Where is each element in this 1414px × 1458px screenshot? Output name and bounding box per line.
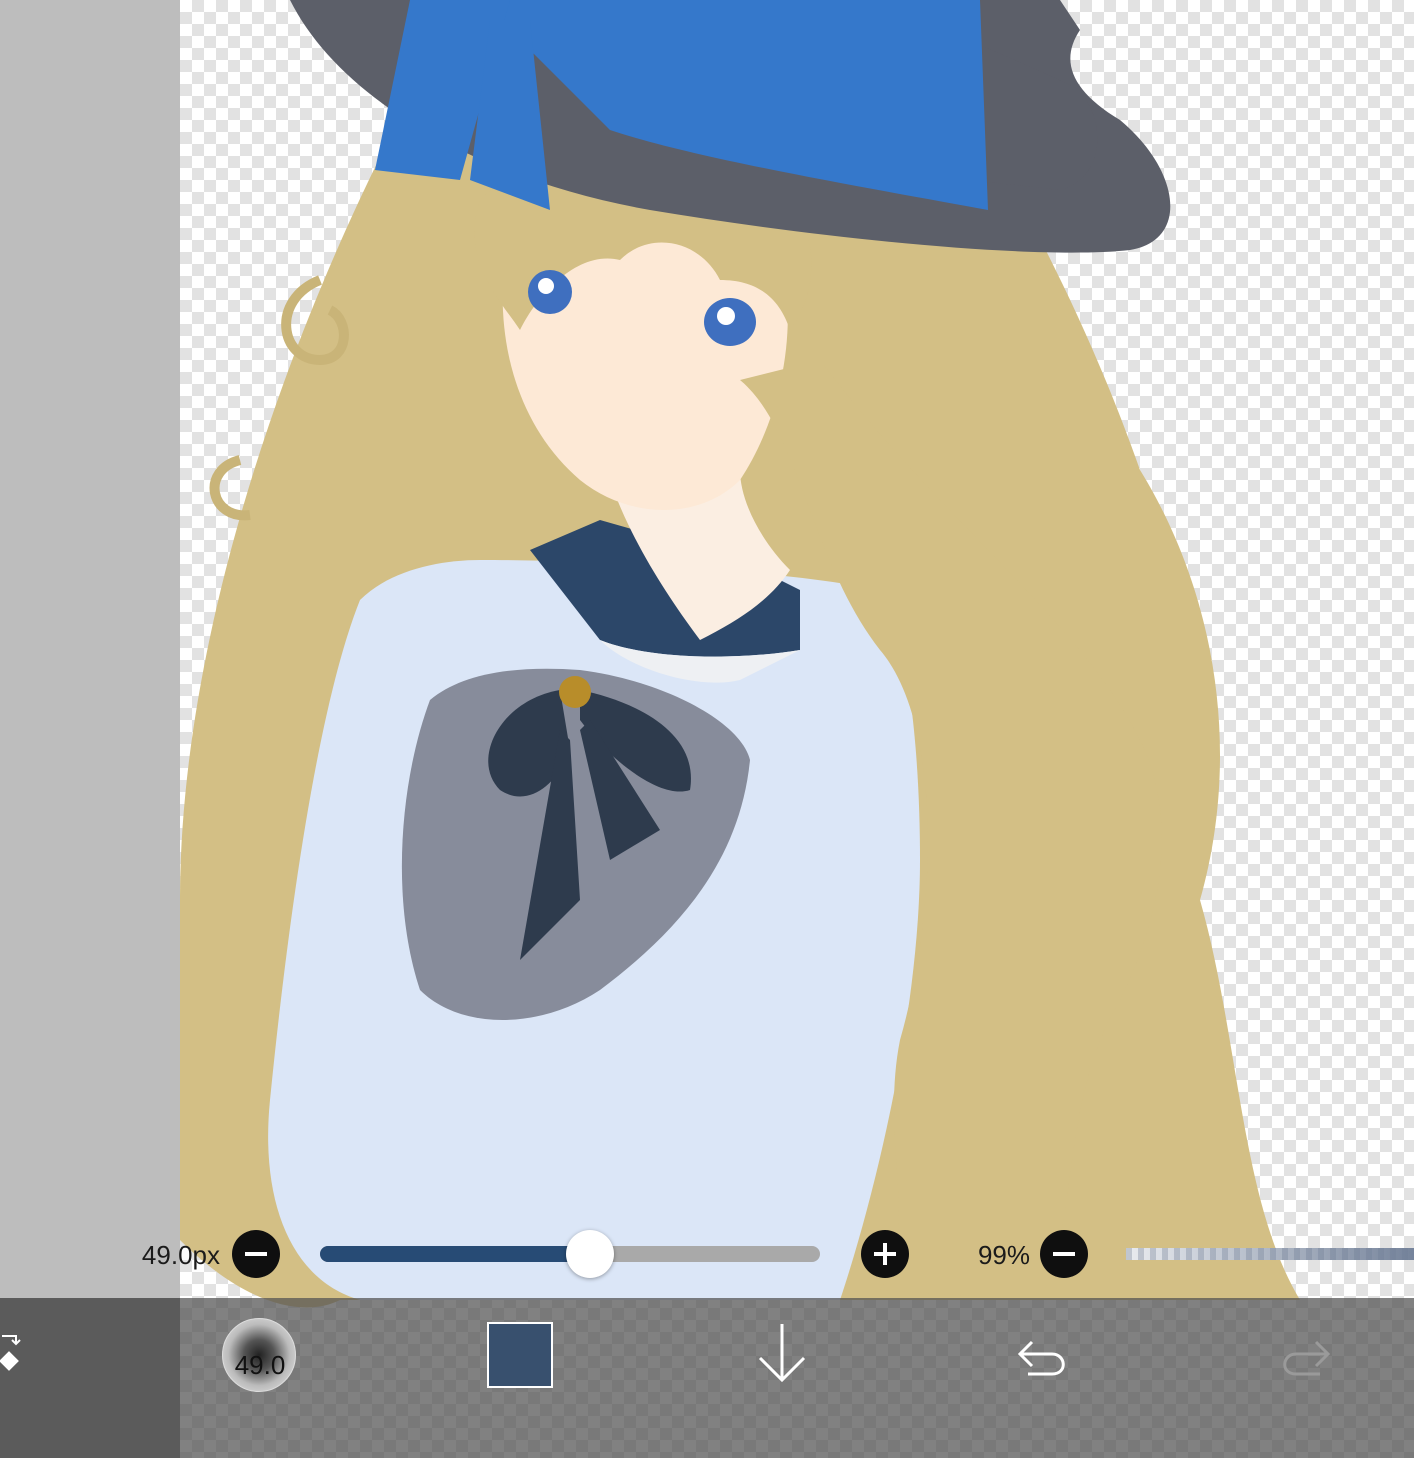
eraser-swap-icon bbox=[0, 1335, 21, 1371]
brush-size-decrease-button[interactable] bbox=[232, 1230, 280, 1278]
current-color-swatch[interactable] bbox=[487, 1322, 553, 1388]
plus-icon bbox=[874, 1243, 896, 1265]
opacity-decrease-button[interactable] bbox=[1040, 1230, 1088, 1278]
brush-size-badge: 49.0 bbox=[234, 1350, 286, 1380]
arrow-down-icon[interactable] bbox=[752, 1320, 812, 1390]
undo-icon[interactable] bbox=[1014, 1332, 1074, 1382]
bottom-toolbar: 49.0 bbox=[0, 1298, 1414, 1458]
brush-size-slider-handle[interactable] bbox=[566, 1230, 614, 1278]
minus-icon bbox=[245, 1252, 267, 1256]
brush-size-slider-fill bbox=[320, 1246, 590, 1262]
opacity-slider[interactable] bbox=[1126, 1248, 1414, 1260]
brush-size-increase-button[interactable] bbox=[861, 1230, 909, 1278]
brush-size-label: 49.0px bbox=[141, 1240, 220, 1270]
brush-parameter-bar: 49.0px 99% bbox=[0, 1226, 1414, 1282]
opacity-label: 99% bbox=[977, 1240, 1030, 1270]
tool-switch-button[interactable] bbox=[0, 1298, 180, 1458]
redo-icon[interactable] bbox=[1276, 1332, 1336, 1382]
minus-icon bbox=[1053, 1252, 1075, 1256]
